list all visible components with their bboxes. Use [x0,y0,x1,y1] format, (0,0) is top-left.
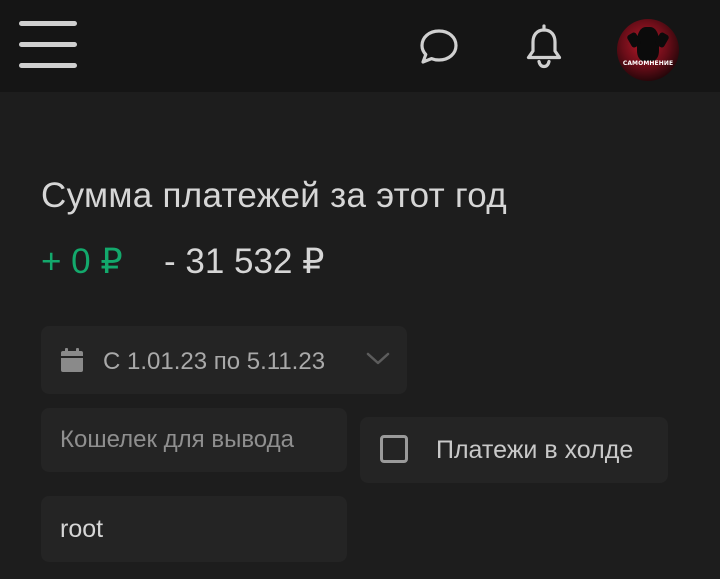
hold-payments-filter[interactable]: Платежи в холде [360,417,668,483]
chevron-down-icon [366,352,390,371]
menu-icon-bar [19,42,77,47]
chat-button[interactable] [418,27,460,67]
bell-icon [526,24,562,69]
avatar-caption: САМОМНЕНИЕ [622,60,674,67]
hold-payments-label: Платежи в холде [436,436,634,464]
date-range-label: С 1.01.23 по 5.11.23 [103,348,326,375]
menu-button[interactable] [19,21,77,71]
wallet-input[interactable] [41,408,347,472]
date-range-picker[interactable]: С 1.01.23 по 5.11.23 [41,326,407,394]
user-avatar[interactable]: САМОМНЕНИЕ [617,19,679,81]
top-bar: САМОМНЕНИЕ [0,0,720,92]
page-title: Сумма платежей за этот год [41,176,507,215]
hold-payments-checkbox[interactable] [380,435,408,463]
avatar-figure [637,27,659,61]
calendar-icon [60,348,84,378]
expense-total: - 31 532 ₽ [164,242,325,281]
menu-icon-bar [19,63,77,68]
login-input[interactable] [41,496,347,562]
chat-bubble-icon [420,29,458,64]
notifications-button[interactable] [523,24,565,70]
income-total: + 0 ₽ [41,242,123,281]
menu-icon-bar [19,21,77,26]
